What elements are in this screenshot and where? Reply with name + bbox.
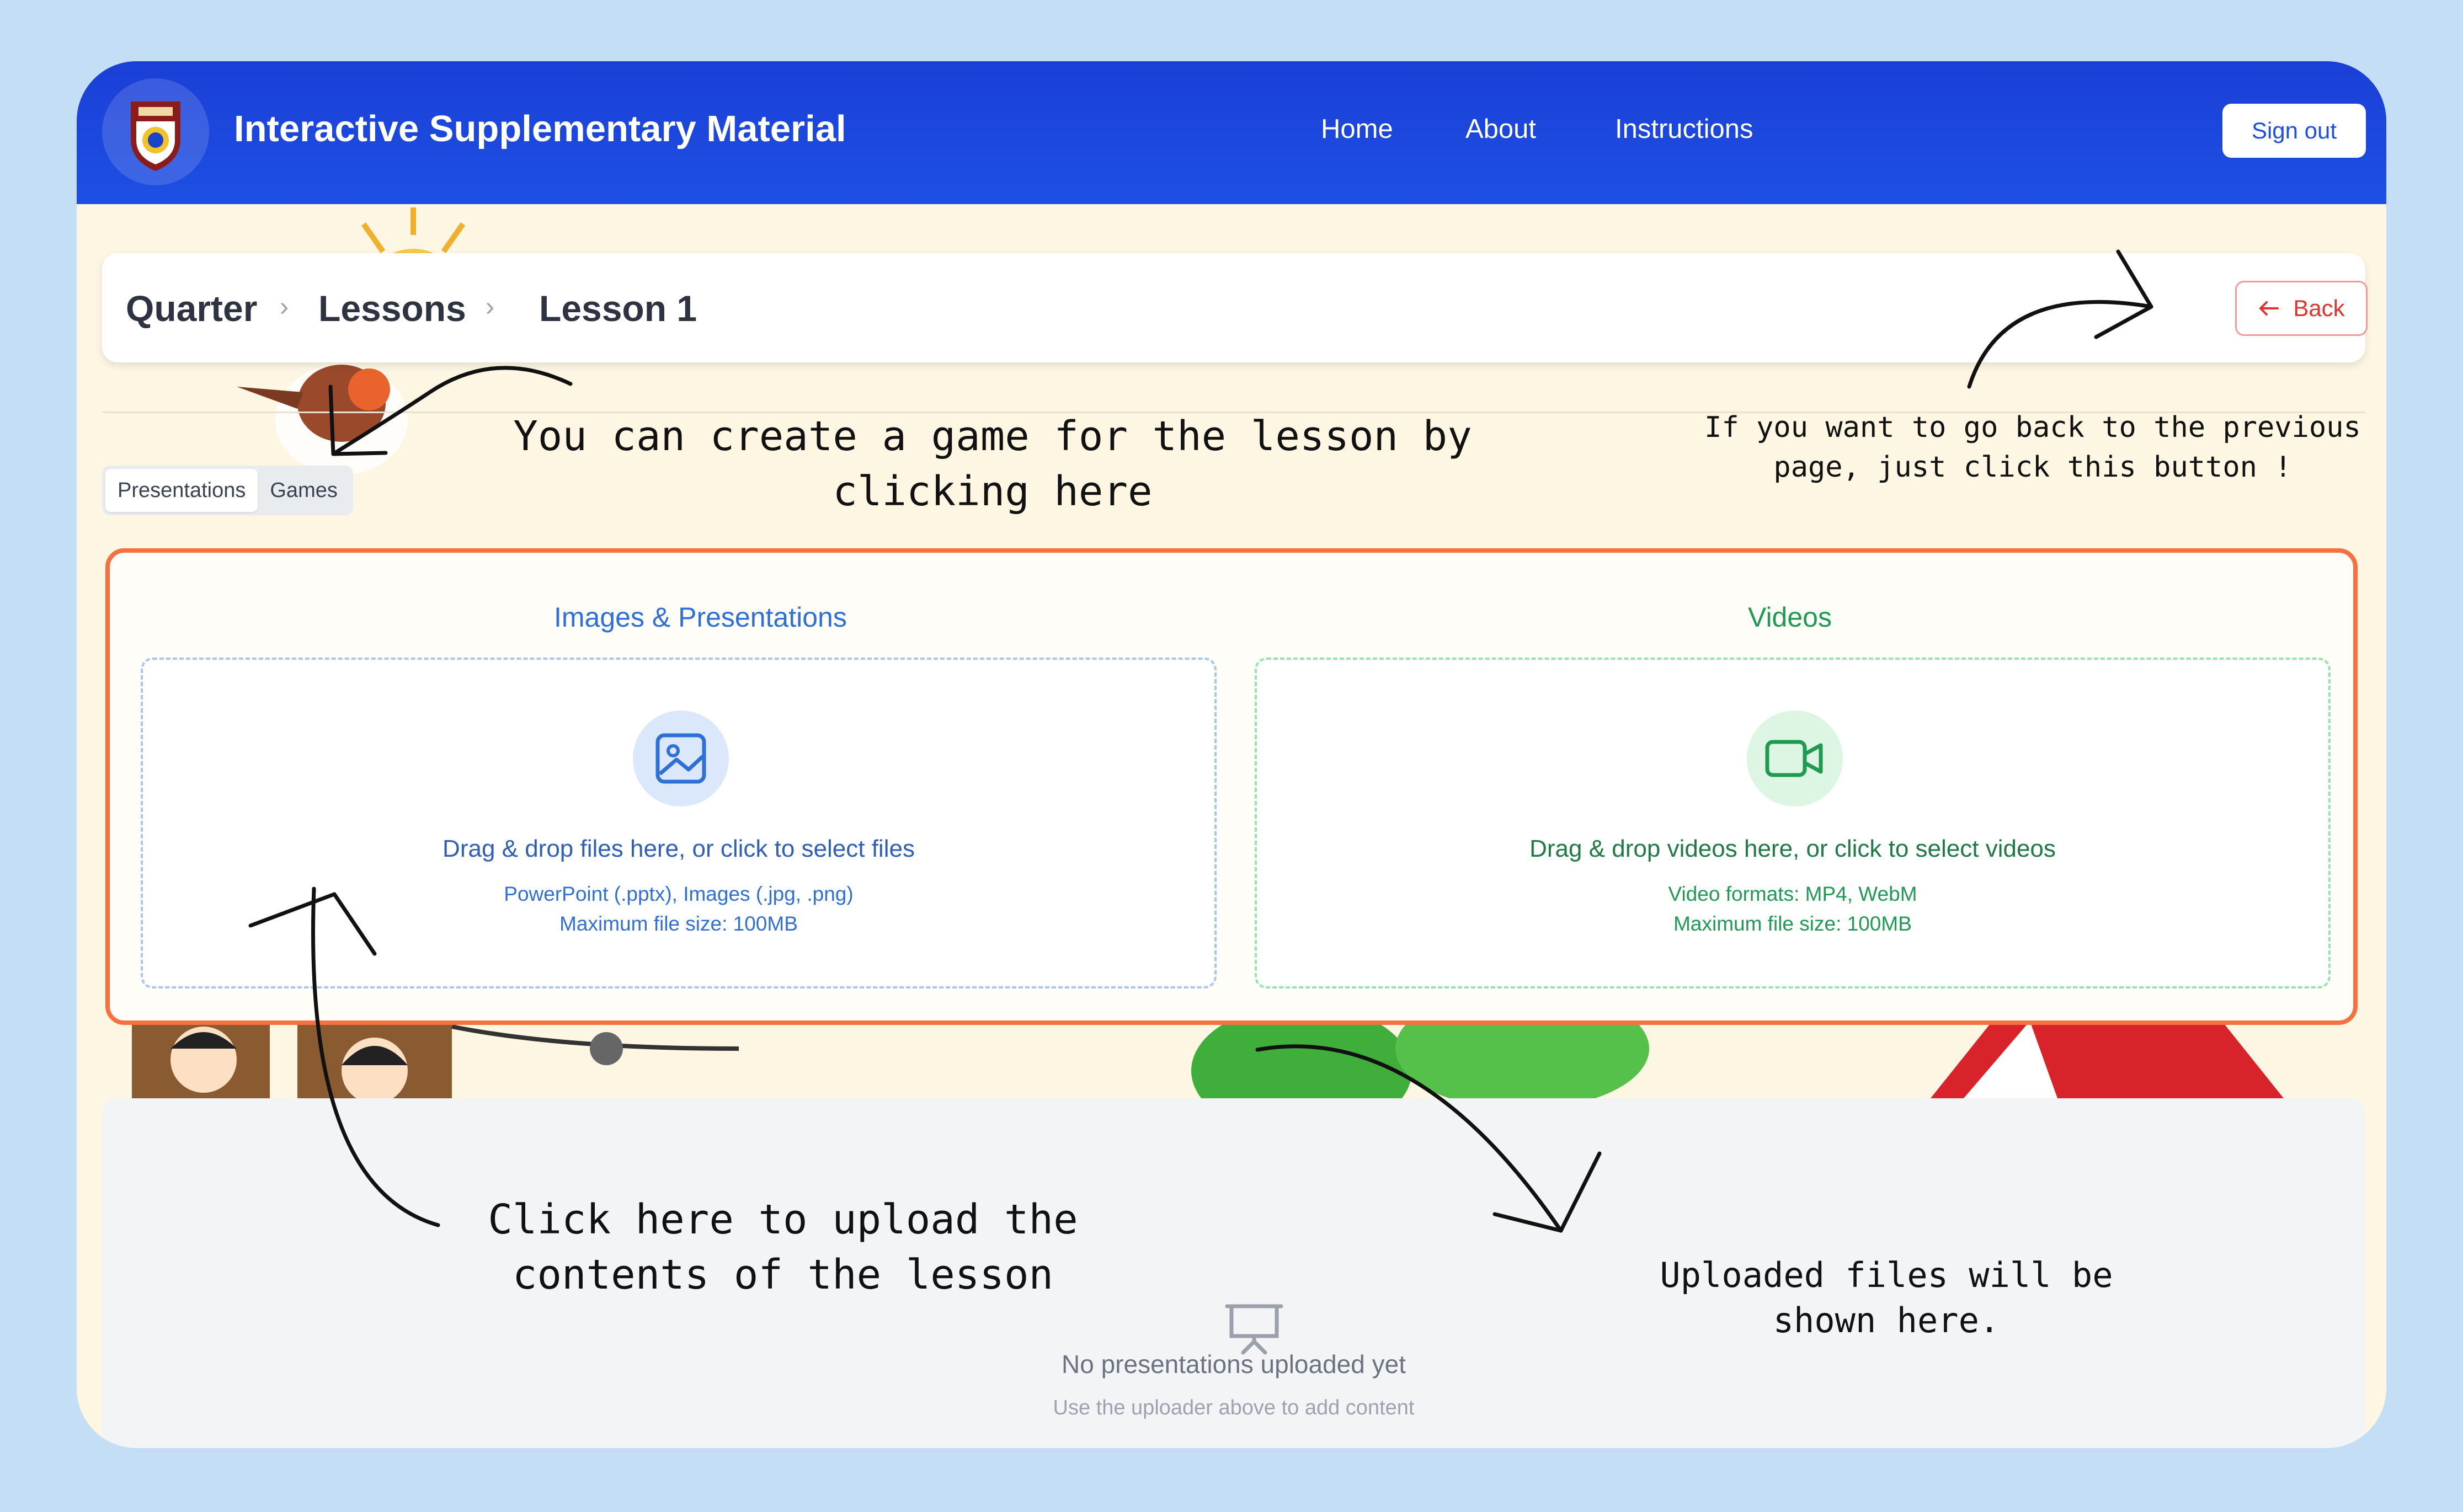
- back-annotation-arrow: [1967, 300, 2153, 389]
- uploaded-files-annotation: Uploaded files will be shown here.: [1660, 1255, 2113, 1340]
- games-tab-annotation: You can create a game for the lesson by …: [513, 413, 1472, 515]
- annotation-arrows: [248, 249, 2153, 1233]
- files-annotation-arrow: [1255, 1044, 1563, 1233]
- upload-annotation: Click here to upload the contents of the…: [488, 1196, 1078, 1299]
- app-window: Interactive Supplementary Material Home …: [77, 61, 2386, 1448]
- back-button-annotation: If you want to go back to the previous p…: [1704, 411, 2361, 484]
- upload-annotation-arrow: [311, 886, 440, 1227]
